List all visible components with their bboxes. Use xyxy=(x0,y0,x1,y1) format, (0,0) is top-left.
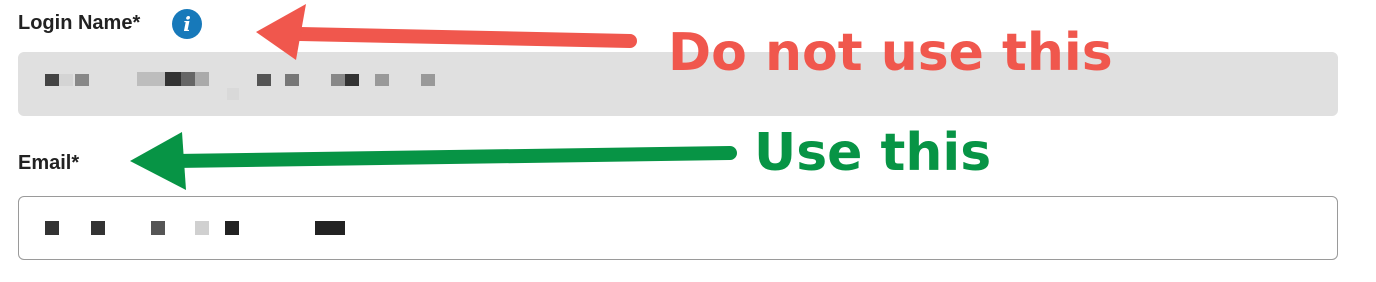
redacted-value xyxy=(227,88,239,100)
redacted-value xyxy=(345,74,359,86)
redacted-value xyxy=(225,221,239,235)
redacted-value xyxy=(315,221,345,235)
redacted-value xyxy=(257,74,271,86)
info-icon[interactable]: i xyxy=(172,9,202,39)
use-annotation: Use this xyxy=(754,123,992,183)
redacted-value xyxy=(151,221,165,235)
redacted-value xyxy=(165,72,181,86)
do-not-use-annotation: Do not use this xyxy=(668,23,1113,83)
redacted-value xyxy=(421,74,435,86)
email-input[interactable] xyxy=(18,196,1338,260)
redacted-value xyxy=(181,72,195,86)
redacted-value xyxy=(45,74,59,86)
redacted-value xyxy=(195,72,209,86)
email-label: Email* xyxy=(18,152,80,174)
redacted-value xyxy=(331,74,345,86)
redacted-value xyxy=(45,221,59,235)
redacted-value xyxy=(75,74,89,86)
redacted-value xyxy=(285,74,299,86)
redacted-value xyxy=(137,72,165,86)
redacted-value xyxy=(91,221,105,235)
redacted-value xyxy=(195,221,209,235)
redacted-value xyxy=(375,74,389,86)
login-name-label: Login Name* xyxy=(18,12,141,34)
green-arrow xyxy=(130,132,737,190)
redacted-value xyxy=(59,74,73,86)
